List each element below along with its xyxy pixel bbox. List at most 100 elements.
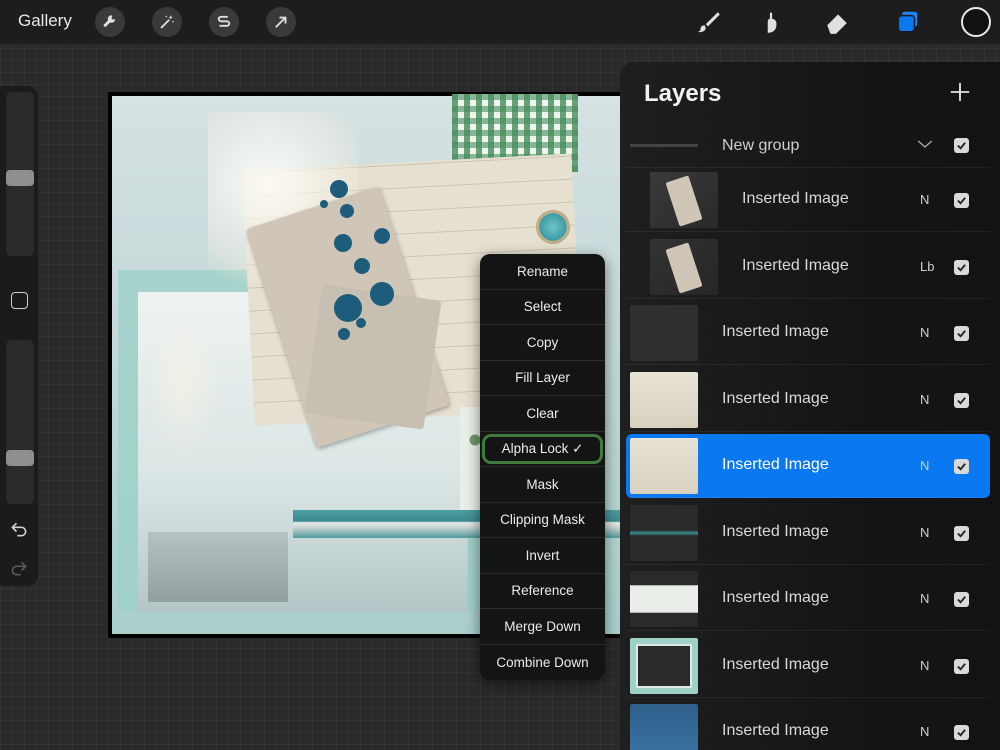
- layer-thumbnail[interactable]: [630, 704, 698, 750]
- artwork-ink-splatter: [356, 318, 366, 328]
- layer-name: Inserted Image: [742, 190, 849, 207]
- layer-blend-mode[interactable]: N: [920, 591, 929, 606]
- layer-visibility-checkbox[interactable]: [954, 725, 969, 740]
- eraser-button[interactable]: [822, 7, 852, 37]
- layer-options-menu: Rename Select Copy Fill Layer Clear Alph…: [480, 254, 605, 680]
- layer-row[interactable]: Inserted Image N: [626, 168, 990, 232]
- layers-title: Layers: [644, 80, 722, 107]
- actions-button[interactable]: [95, 7, 125, 37]
- checkmark-icon: [957, 330, 966, 338]
- brush-button[interactable]: [693, 7, 723, 37]
- layer-thumbnail[interactable]: [630, 637, 698, 694]
- eraser-icon: [827, 14, 847, 34]
- menu-item-clear[interactable]: Clear: [480, 396, 605, 432]
- layer-thumbnail[interactable]: [650, 172, 718, 228]
- layer-blend-mode[interactable]: N: [920, 658, 929, 673]
- layer-row[interactable]: Inserted Image N: [626, 567, 990, 631]
- layer-row[interactable]: Inserted Image N: [626, 501, 990, 565]
- top-toolbar: Gallery: [0, 0, 1000, 44]
- layer-visibility-checkbox[interactable]: [954, 326, 969, 341]
- menu-item-alpha-lock[interactable]: Alpha Lock ✓: [480, 432, 605, 467]
- layer-row[interactable]: Inserted Image Lb: [626, 235, 990, 299]
- layer-name: Inserted Image: [722, 522, 829, 540]
- layer-blend-mode[interactable]: N: [920, 458, 929, 473]
- artwork-ink-splatter: [334, 234, 352, 252]
- smudge-button[interactable]: [756, 7, 786, 37]
- group-visibility-checkbox[interactable]: [954, 138, 969, 153]
- layer-thumbnail[interactable]: [630, 305, 698, 361]
- artwork-grey-streak: [148, 532, 288, 602]
- wrench-icon: [103, 15, 116, 28]
- layer-visibility-checkbox[interactable]: [954, 392, 969, 408]
- layer-name: Inserted Image: [722, 456, 829, 473]
- artwork-lace-left: [148, 302, 218, 462]
- modify-button[interactable]: [11, 292, 28, 309]
- checkmark-icon: [957, 463, 966, 471]
- layer-row[interactable]: Inserted Image N: [626, 301, 990, 365]
- layers-panel: Layers New group Inserted Image N Inserted…: [620, 62, 1000, 750]
- menu-item-merge-down[interactable]: Merge Down: [480, 609, 605, 645]
- layer-thumbnail[interactable]: [630, 438, 698, 494]
- artwork-ink-splatter: [374, 228, 390, 244]
- layer-row-selected[interactable]: Inserted Image N: [626, 434, 990, 498]
- layer-thumbnail[interactable]: [630, 504, 698, 561]
- add-layer-plus-icon[interactable]: [949, 81, 971, 103]
- layer-thumbnail-tape: [665, 241, 703, 294]
- menu-item-fill-layer[interactable]: Fill Layer: [480, 361, 605, 396]
- layer-blend-mode[interactable]: N: [920, 392, 929, 407]
- layer-thumbnail-tape: [665, 175, 703, 227]
- menu-item-mask[interactable]: Mask: [480, 467, 605, 503]
- checkmark-icon: [957, 529, 966, 538]
- checkmark-icon: [957, 197, 966, 205]
- opacity-thumb[interactable]: [6, 450, 34, 466]
- color-picker-button[interactable]: [961, 7, 991, 37]
- alpha-lock-highlight-ring: [482, 433, 603, 464]
- brush-size-thumb[interactable]: [6, 170, 34, 186]
- checkmark-icon: [957, 596, 966, 604]
- layer-visibility-checkbox[interactable]: [954, 592, 969, 607]
- layer-visibility-checkbox[interactable]: [954, 658, 969, 674]
- layers-button[interactable]: [893, 7, 923, 37]
- layer-visibility-checkbox[interactable]: [954, 459, 969, 474]
- gallery-button[interactable]: Gallery: [18, 11, 72, 31]
- adjustments-button[interactable]: [152, 7, 182, 37]
- layer-blend-mode[interactable]: N: [920, 525, 929, 540]
- layer-blend-mode[interactable]: N: [920, 192, 929, 207]
- checkmark-icon: [957, 729, 966, 737]
- menu-item-reference[interactable]: Reference: [480, 574, 605, 609]
- layer-name: Inserted Image: [722, 389, 829, 407]
- transform-button[interactable]: [266, 7, 296, 37]
- selection-button[interactable]: [209, 7, 239, 37]
- checkmark-icon: [957, 263, 966, 272]
- layer-thumbnail[interactable]: [650, 238, 718, 295]
- group-thumbnail: [630, 144, 698, 147]
- layer-thumbnail[interactable]: [630, 571, 698, 627]
- layer-blend-mode[interactable]: N: [920, 325, 929, 340]
- layer-visibility-checkbox[interactable]: [954, 193, 969, 208]
- chevron-down-icon[interactable]: [916, 137, 934, 151]
- undo-icon[interactable]: [9, 519, 29, 539]
- artwork-ink-splatter: [320, 200, 328, 208]
- layer-visibility-checkbox[interactable]: [954, 525, 969, 541]
- layer-blend-mode[interactable]: Lb: [920, 259, 934, 274]
- layer-name: Inserted Image: [722, 655, 829, 673]
- layer-row[interactable]: Inserted Image N: [626, 368, 990, 432]
- layer-row[interactable]: Inserted Image N: [626, 700, 990, 750]
- selection-s-icon: [217, 15, 231, 27]
- menu-item-copy[interactable]: Copy: [480, 325, 605, 361]
- layer-visibility-checkbox[interactable]: [954, 259, 969, 275]
- layers-icon: [897, 10, 919, 33]
- checkmark-icon: [957, 662, 966, 671]
- menu-item-combine-down[interactable]: Combine Down: [480, 645, 605, 681]
- opacity-slider[interactable]: [6, 340, 34, 504]
- menu-item-rename[interactable]: Rename: [480, 254, 605, 290]
- menu-item-clipping-mask[interactable]: Clipping Mask: [480, 503, 605, 538]
- redo-icon[interactable]: [9, 558, 29, 578]
- layer-row[interactable]: Inserted Image N: [626, 634, 990, 698]
- layer-blend-mode[interactable]: N: [920, 724, 929, 739]
- layer-thumbnail[interactable]: [630, 371, 698, 428]
- artwork-button-ornament: [536, 210, 570, 244]
- menu-item-invert[interactable]: Invert: [480, 538, 605, 574]
- layer-group-row[interactable]: New group: [626, 132, 990, 168]
- menu-item-select[interactable]: Select: [480, 290, 605, 325]
